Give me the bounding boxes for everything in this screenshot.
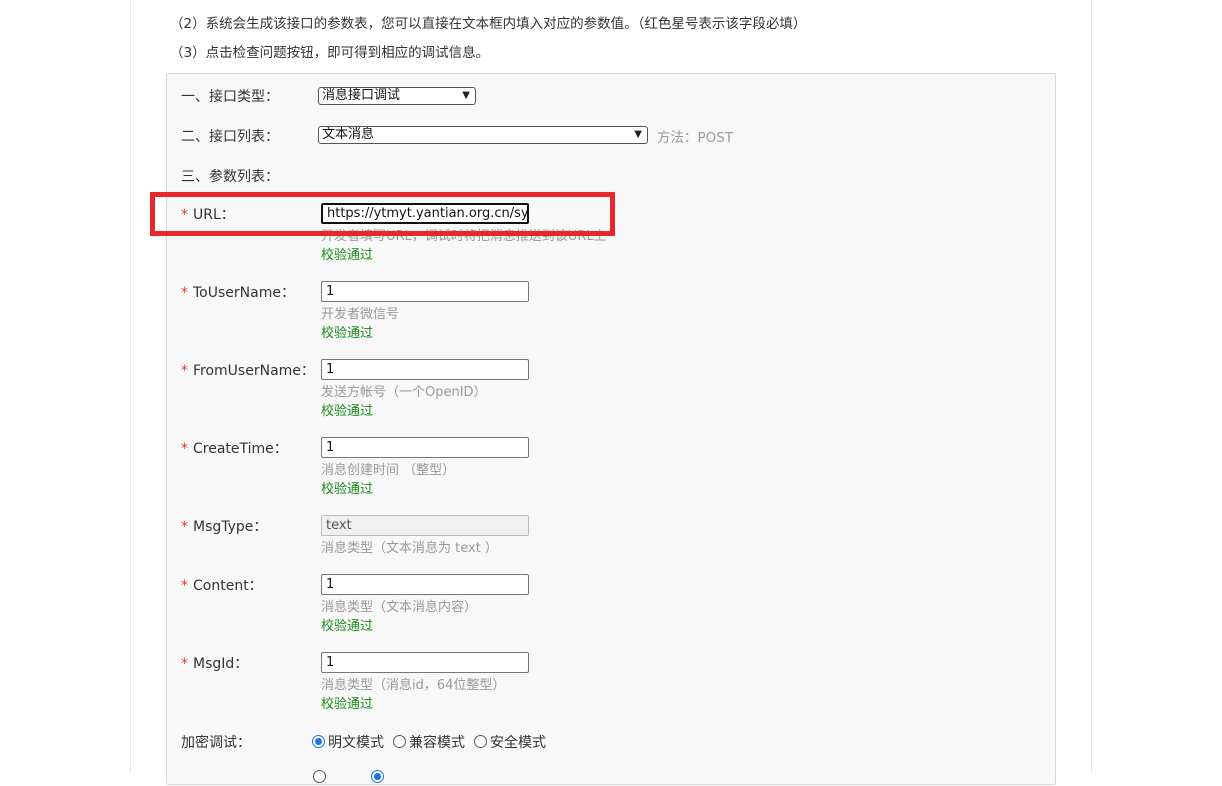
radio-icon[interactable] [393,735,406,748]
from-user-label: * FromUserName： [181,363,315,379]
instruction-step-3: （3）点击检查问题按钮，即可得到相应的调试信息。 [170,45,490,61]
msg-id-status: 校验通过 [321,697,374,712]
create-time-hint: 消息创建时间 （整型） [321,463,456,478]
create-time-label: * CreateTime： [181,441,288,457]
required-mark: * [181,363,188,379]
to-user-input[interactable]: 1 [321,281,529,302]
required-mark: * [181,519,188,535]
method-text: 方法：POST [657,130,734,146]
msg-id-label: * MsgId： [181,656,249,672]
url-status: 校验通过 [321,248,374,263]
required-mark: * [181,656,188,672]
from-user-input[interactable]: 1 [321,359,529,380]
msg-type-input: text [321,515,529,536]
create-time-status: 校验通过 [321,482,374,497]
param-list-label: 三、参数列表： [181,169,279,185]
interface-list-value: 文本消息 [322,127,375,142]
content-status: 校验通过 [321,619,374,634]
content-input[interactable]: 1 [321,574,529,595]
encryption-option-compat[interactable]: 兼容模式 [393,732,465,752]
required-mark: * [181,578,188,594]
encryption-option-plain[interactable]: 明文模式 [312,732,384,752]
from-user-hint: 发送方帐号（一个OpenID） [321,385,487,400]
chevron-down-icon: ▼ [462,90,470,101]
radio-checked-icon[interactable] [312,735,325,748]
required-mark: * [181,285,188,301]
instruction-step-2: （2）系统会生成该接口的参数表，您可以直接在文本框内填入对应的参数值。（红色星号… [170,16,807,32]
required-mark: * [181,441,188,457]
interface-type-value: 消息接口调试 [322,88,401,103]
create-time-input[interactable]: 1 [321,437,529,458]
msg-id-input[interactable]: 1 [321,652,529,673]
interface-list-select[interactable]: 文本消息 ▼ [318,126,648,144]
radio-icon[interactable] [313,770,326,783]
radio-checked-icon[interactable] [371,770,385,783]
encryption-option-secure[interactable]: 安全模式 [474,732,546,752]
interface-list-label: 二、接口列表： [181,129,279,145]
interface-type-select[interactable]: 消息接口调试 ▼ [318,87,476,105]
chevron-down-icon: ▼ [634,129,642,140]
debug-form-panel [166,73,1056,785]
to-user-status: 校验通过 [321,326,374,341]
content-hint: 消息类型（文本消息内容） [321,600,478,615]
from-user-status: 校验通过 [321,404,374,419]
radio-icon[interactable] [474,735,487,748]
to-user-hint: 开发者微信号 [321,307,400,322]
encryption-label: 加密调试： [181,735,251,751]
to-user-label: * ToUserName： [181,285,295,301]
interface-type-label: 一、接口类型： [181,89,279,105]
url-highlight-annotation [150,192,615,236]
msg-id-hint: 消息类型（消息id，64位整型） [321,678,506,693]
next-row-radios-clipped [313,767,387,786]
msg-type-hint: 消息类型（文本消息为 text ） [321,541,498,556]
msg-type-label: * MsgType： [181,519,268,535]
content-label: * Content： [181,578,263,594]
